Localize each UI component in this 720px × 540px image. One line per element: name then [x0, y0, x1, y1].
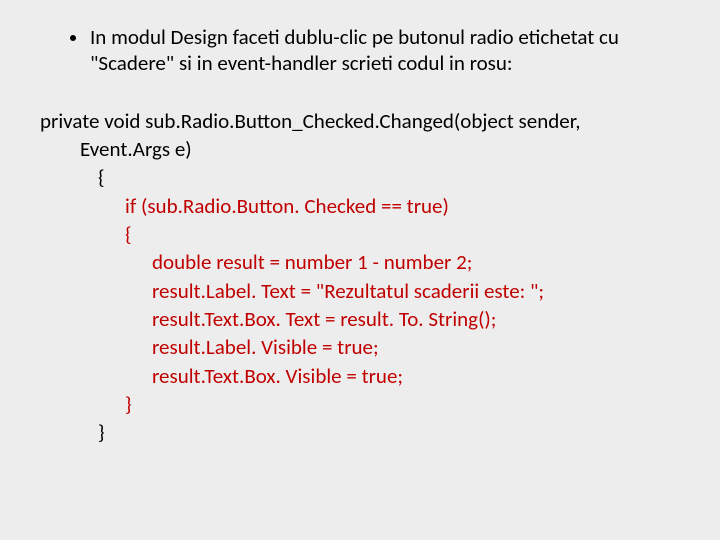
code-stmt-2: result.Label. Text = "Rezultatul scaderi… [152, 277, 680, 305]
bullet-dot-icon [70, 35, 76, 41]
bullet-item: In modul Design faceti dublu-clic pe but… [70, 24, 680, 77]
code-signature-line-2: Event.Args e) [80, 135, 680, 163]
code-block: private void sub.Radio.Button_Checked.Ch… [40, 107, 680, 447]
code-stmt-1: double result = number 1 - number 2; [152, 248, 680, 276]
code-if-line: if (sub.Radio.Button. Checked == true) [125, 192, 680, 220]
code-brace-open: { [98, 163, 680, 191]
code-stmt-3: result.Text.Box. Text = result. To. Stri… [152, 305, 680, 333]
code-if-brace-open: { [125, 220, 680, 248]
code-if-brace-close: } [125, 390, 680, 418]
slide: In modul Design faceti dublu-clic pe but… [0, 0, 720, 540]
code-stmt-4: result.Label. Visible = true; [152, 333, 680, 361]
bullet-text: In modul Design faceti dublu-clic pe but… [90, 24, 680, 77]
code-stmt-5: result.Text.Box. Visible = true; [152, 362, 680, 390]
bullet-block: In modul Design faceti dublu-clic pe but… [70, 24, 680, 77]
code-signature-line-1: private void sub.Radio.Button_Checked.Ch… [40, 107, 680, 135]
code-brace-close: } [98, 418, 680, 446]
